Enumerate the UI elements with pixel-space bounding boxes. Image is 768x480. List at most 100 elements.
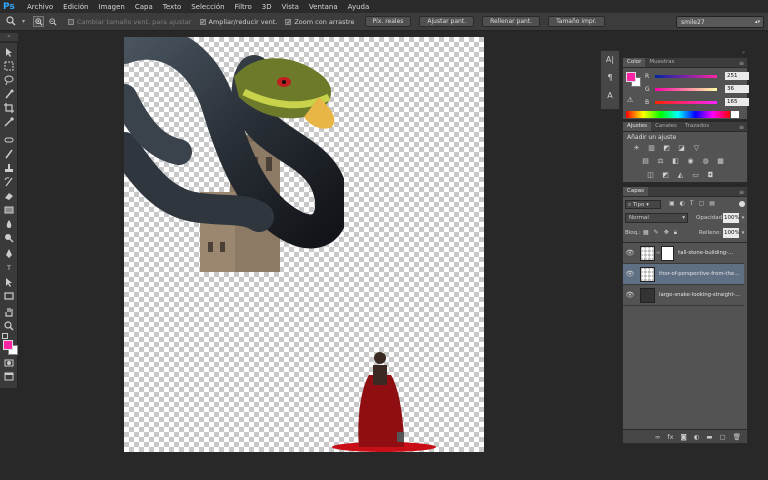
quick-selection-tool-icon[interactable] bbox=[3, 88, 15, 100]
print-size-button[interactable]: Tamaño impr. bbox=[548, 16, 605, 27]
panel-menu-icon[interactable]: ≡ bbox=[739, 60, 744, 67]
panel-menu-icon[interactable]: ≡ bbox=[739, 124, 744, 131]
quick-mask-icon[interactable] bbox=[3, 357, 15, 369]
menu-seleccion[interactable]: Selección bbox=[186, 3, 229, 11]
filter-shape-icon[interactable]: ▢ bbox=[699, 200, 705, 207]
warning-icon[interactable]: ⚠ bbox=[627, 96, 633, 104]
tab-paths[interactable]: Trazados bbox=[681, 122, 713, 131]
zoom-in-icon[interactable] bbox=[33, 16, 45, 27]
tool-preset-dropdown-icon[interactable]: ▾ bbox=[22, 18, 25, 25]
menu-ayuda[interactable]: Ayuda bbox=[343, 3, 375, 11]
menu-3d[interactable]: 3D bbox=[257, 3, 277, 11]
green-value[interactable]: 36 bbox=[725, 85, 749, 93]
zoom-out-icon[interactable] bbox=[47, 16, 58, 27]
screen-mode-icon[interactable] bbox=[3, 371, 15, 383]
resize-windows-checkbox[interactable]: Cambiar tamaño vent. para ajustar bbox=[68, 18, 192, 26]
marquee-tool-icon[interactable] bbox=[3, 60, 15, 72]
blend-mode-dropdown[interactable]: Normal ▾ bbox=[625, 213, 688, 223]
levels-icon[interactable]: ▥ bbox=[646, 144, 657, 153]
fill-screen-button[interactable]: Rellenar pant. bbox=[482, 16, 541, 27]
lock-image-icon[interactable]: ✎ bbox=[654, 229, 659, 237]
panel-dock-collapse-icon[interactable]: » bbox=[742, 50, 745, 56]
new-adjustment-icon[interactable]: ◐ bbox=[694, 433, 700, 441]
clone-stamp-tool-icon[interactable] bbox=[3, 162, 15, 174]
hand-tool-icon[interactable] bbox=[3, 306, 15, 318]
tab-layers[interactable]: Capas bbox=[623, 187, 648, 196]
visibility-eye-icon[interactable]: 👁︎ bbox=[623, 291, 637, 299]
layer-row[interactable]: 👁︎ large-snake-looking-straight-... bbox=[623, 285, 744, 306]
panel-menu-icon[interactable]: ≡ bbox=[739, 189, 744, 196]
actual-pixels-button[interactable]: Píx. reales bbox=[364, 16, 412, 27]
lock-transparent-icon[interactable]: ▦ bbox=[643, 229, 649, 237]
eyedropper-tool-icon[interactable] bbox=[3, 116, 15, 128]
tab-swatches[interactable]: Muestras bbox=[645, 58, 678, 67]
exposure-icon[interactable]: ◪ bbox=[676, 144, 687, 153]
red-slider[interactable] bbox=[655, 74, 717, 78]
default-colors-icon[interactable] bbox=[2, 333, 8, 339]
new-group-icon[interactable]: ▬ bbox=[706, 433, 712, 441]
move-tool-icon[interactable] bbox=[3, 46, 15, 58]
black-white-icon[interactable]: ◧ bbox=[670, 157, 681, 166]
rectangle-tool-icon[interactable] bbox=[3, 290, 15, 302]
lasso-tool-icon[interactable] bbox=[3, 74, 15, 86]
lock-position-icon[interactable]: ✥ bbox=[664, 229, 669, 237]
character-styles-icon[interactable]: A bbox=[603, 91, 617, 105]
menu-ventana[interactable]: Ventana bbox=[304, 3, 343, 11]
dodge-tool-icon[interactable] bbox=[3, 232, 15, 244]
menu-filtro[interactable]: Filtro bbox=[230, 3, 257, 11]
photo-filter-icon[interactable]: ◉ bbox=[685, 157, 696, 166]
zoom-all-windows-checkbox[interactable]: ✓ Ampliar/reducir vent. bbox=[199, 18, 277, 26]
history-brush-tool-icon[interactable] bbox=[3, 176, 15, 188]
blue-slider[interactable] bbox=[655, 100, 717, 104]
link-layers-icon[interactable]: ∞ bbox=[655, 433, 660, 441]
paragraph-panel-icon[interactable]: ¶ bbox=[603, 73, 617, 87]
layer-mask-thumbnail[interactable] bbox=[661, 245, 675, 261]
eraser-tool-icon[interactable] bbox=[3, 190, 15, 202]
tab-adjustments[interactable]: Ajustes bbox=[623, 122, 652, 131]
blur-tool-icon[interactable] bbox=[3, 218, 15, 230]
posterize-icon[interactable]: ◩ bbox=[660, 171, 671, 180]
spectrum-bar[interactable] bbox=[626, 111, 730, 118]
menu-texto[interactable]: Texto bbox=[158, 3, 186, 11]
fill-input[interactable]: 100% bbox=[723, 228, 740, 238]
curves-icon[interactable]: ◩ bbox=[661, 144, 672, 153]
red-value[interactable]: 251 bbox=[725, 72, 749, 80]
pen-tool-icon[interactable] bbox=[3, 248, 15, 260]
add-mask-icon[interactable]: ◙ bbox=[680, 433, 686, 441]
delete-layer-icon[interactable]: 🗑︎ bbox=[733, 433, 741, 441]
selective-color-icon[interactable]: ◘ bbox=[705, 171, 716, 180]
layer-filter-dropdown[interactable]: ⌕ Tipo ▾ bbox=[625, 200, 661, 209]
layer-name[interactable]: tall-stone-building-... bbox=[678, 250, 733, 256]
scrubby-zoom-checkbox[interactable]: ✓ Zoom con arrastre bbox=[285, 18, 355, 26]
lock-all-icon[interactable]: 🔒︎ bbox=[674, 229, 677, 237]
channel-mixer-icon[interactable]: ◍ bbox=[700, 157, 711, 166]
menu-archivo[interactable]: Archivo bbox=[22, 3, 58, 11]
fill-dropdown-icon[interactable]: ▾ bbox=[740, 228, 746, 238]
character-panel-icon[interactable]: A| bbox=[603, 55, 617, 69]
healing-brush-tool-icon[interactable] bbox=[3, 134, 15, 146]
workspace-dropdown[interactable]: smile27 ▴▾ bbox=[676, 16, 764, 28]
layer-row[interactable]: 👁︎ thor-of-perspective-from-the... bbox=[623, 264, 744, 285]
spectrum-white[interactable] bbox=[731, 111, 739, 118]
invert-icon[interactable]: ◫ bbox=[645, 171, 656, 180]
brush-tool-icon[interactable] bbox=[3, 148, 15, 160]
layer-row[interactable]: 👁︎ ∞ tall-stone-building-... bbox=[623, 243, 744, 264]
foreground-color-swatch[interactable] bbox=[3, 340, 13, 350]
hue-saturation-icon[interactable]: ▤ bbox=[640, 157, 651, 166]
menu-imagen[interactable]: Imagen bbox=[94, 3, 130, 11]
green-slider[interactable] bbox=[655, 87, 717, 91]
vibrance-icon[interactable]: ▽ bbox=[691, 144, 702, 153]
fit-screen-button[interactable]: Ajustar pant. bbox=[419, 16, 475, 27]
gradient-tool-icon[interactable] bbox=[3, 204, 15, 216]
layer-name[interactable]: large-snake-looking-straight-... bbox=[659, 292, 740, 298]
type-tool-icon[interactable]: T bbox=[3, 262, 15, 274]
zoom-tool-icon[interactable] bbox=[3, 320, 15, 332]
opacity-dropdown-icon[interactable]: ▾ bbox=[740, 213, 746, 223]
fg-color-chip[interactable] bbox=[626, 72, 636, 82]
layer-style-icon[interactable]: fx bbox=[667, 433, 673, 441]
filter-pixel-icon[interactable]: ▣ bbox=[669, 200, 675, 207]
opacity-input[interactable]: 100% bbox=[723, 213, 740, 223]
menu-edicion[interactable]: Edición bbox=[58, 3, 93, 11]
filter-adjustment-icon[interactable]: ◐ bbox=[680, 200, 685, 207]
color-lookup-icon[interactable]: ▦ bbox=[715, 157, 726, 166]
